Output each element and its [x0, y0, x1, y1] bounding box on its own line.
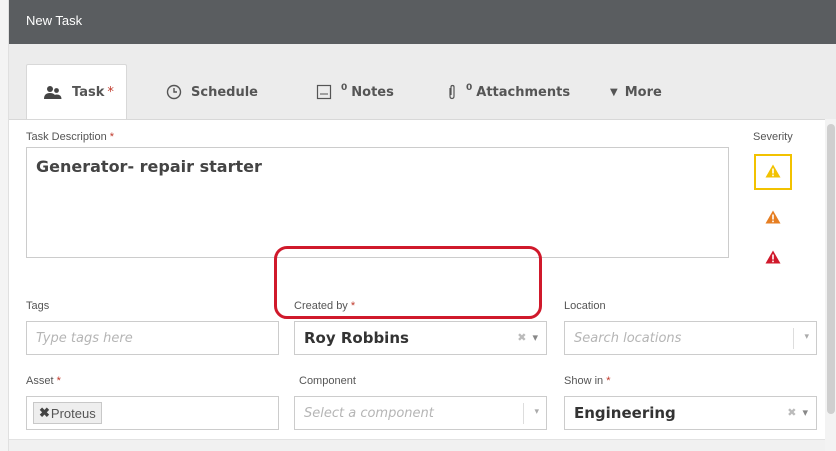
asset-chip[interactable]: ✖ Proteus — [33, 402, 102, 424]
form-footer-strip — [9, 439, 825, 451]
scrollbar-thumb[interactable] — [827, 124, 835, 414]
paperclip-icon — [447, 84, 457, 100]
clock-icon — [166, 84, 182, 100]
tab-notes-label: Notes — [351, 84, 394, 100]
notes-count: 0 — [341, 83, 348, 93]
severity-low-button[interactable] — [754, 154, 792, 190]
note-icon — [316, 84, 332, 100]
users-icon — [43, 85, 63, 101]
clear-icon[interactable]: ✖ — [517, 331, 526, 344]
divider — [523, 403, 524, 424]
tags-label: Tags — [26, 300, 50, 312]
left-edge — [0, 0, 9, 451]
show-in-value: Engineering — [574, 404, 676, 422]
component-select[interactable]: Select a component ▾ — [294, 396, 547, 430]
remove-chip-icon[interactable]: ✖ — [39, 405, 50, 421]
created-by-select[interactable]: Roy Robbins ✖ ▾ — [294, 321, 547, 355]
clear-icon[interactable]: ✖ — [787, 406, 796, 419]
component-highlight-annotation — [274, 246, 542, 319]
caret-down-icon: ▼ — [610, 86, 618, 98]
task-description-textarea[interactable]: Generator- repair starter — [26, 147, 729, 258]
tags-placeholder: Type tags here — [36, 330, 133, 346]
divider — [793, 328, 794, 349]
dialog-title: New Task — [26, 13, 83, 28]
component-label: Component — [299, 375, 356, 387]
tab-more[interactable]: ▼ More — [610, 64, 662, 120]
chevron-down-icon[interactable]: ▾ — [532, 331, 538, 344]
tags-input[interactable]: Type tags here — [26, 321, 279, 355]
tab-strip: Task * Schedule 0 Notes 0 Attachments ▼ … — [9, 44, 836, 120]
severity-medium-button[interactable] — [754, 200, 792, 236]
attachments-count: 0 — [466, 83, 473, 93]
show-in-select[interactable]: Engineering ✖ ▾ — [564, 396, 817, 430]
asset-input[interactable]: ✖ Proteus — [26, 396, 279, 430]
asset-label: Asset * — [26, 375, 61, 387]
created-by-value: Roy Robbins — [304, 329, 409, 347]
warning-icon — [765, 249, 781, 268]
location-label: Location — [564, 300, 606, 312]
chevron-down-icon[interactable]: ▾ — [534, 407, 539, 417]
show-in-label: Show in * — [564, 375, 611, 387]
asset-chip-label: Proteus — [50, 405, 96, 421]
chevron-down-icon[interactable]: ▾ — [804, 332, 809, 342]
warning-icon — [765, 209, 781, 228]
tab-attachments-label: Attachments — [476, 84, 571, 100]
severity-label: Severity — [753, 131, 793, 143]
tab-attachments[interactable]: 0 Attachments — [447, 64, 570, 120]
chevron-down-icon[interactable]: ▾ — [802, 406, 808, 419]
task-description-value: Generator- repair starter — [36, 157, 262, 176]
component-placeholder: Select a component — [304, 405, 434, 421]
tab-task-required-mark: * — [107, 85, 114, 100]
tab-schedule-label: Schedule — [191, 84, 258, 100]
tab-task[interactable]: Task * — [26, 64, 127, 120]
tab-schedule[interactable]: Schedule — [166, 64, 258, 120]
tab-task-label: Task — [72, 85, 105, 100]
task-description-label: Task Description * — [26, 131, 115, 143]
tab-more-label: More — [624, 84, 662, 100]
dialog-titlebar: New Task — [9, 0, 836, 44]
warning-icon — [765, 163, 781, 182]
location-select[interactable]: Search locations ▾ — [564, 321, 817, 355]
tab-notes[interactable]: 0 Notes — [316, 64, 394, 120]
location-placeholder: Search locations — [574, 330, 682, 346]
severity-high-button[interactable] — [754, 240, 792, 276]
